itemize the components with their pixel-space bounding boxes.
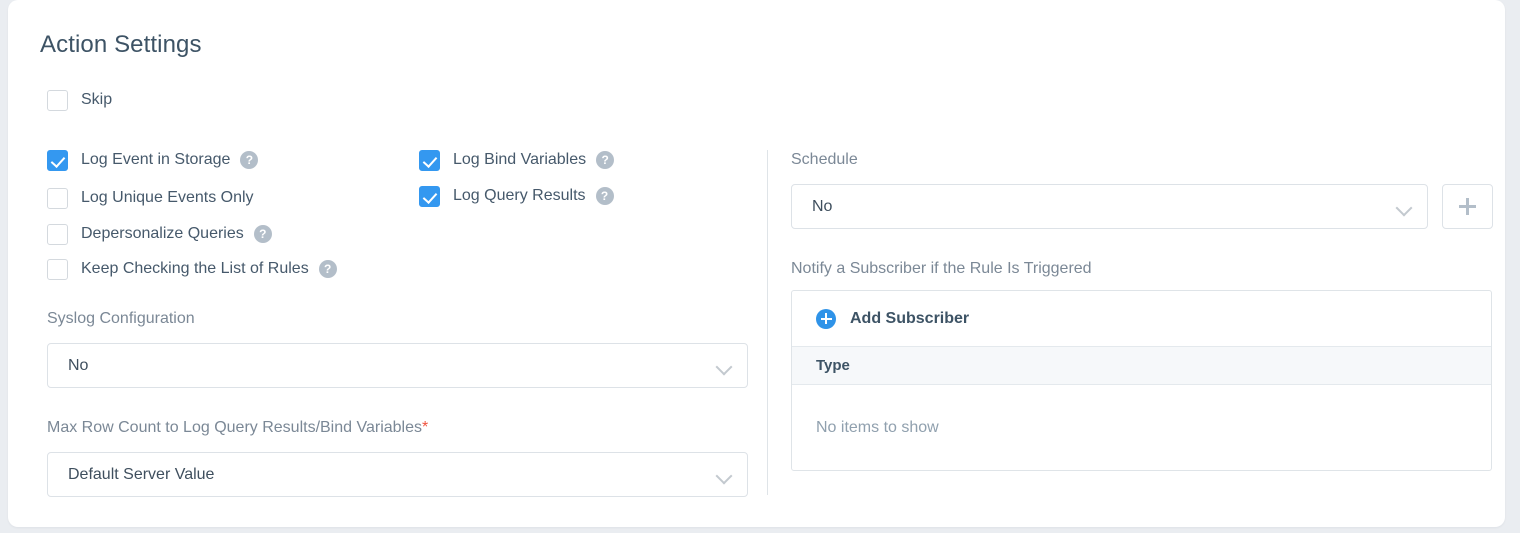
help-icon[interactable]: ? xyxy=(240,151,259,169)
subscriber-column-header-type[interactable]: Type xyxy=(816,357,850,374)
subscriber-empty-label: No items to show xyxy=(816,418,939,436)
checkbox-log-bind-variables[interactable] xyxy=(419,149,440,171)
plus-icon xyxy=(1459,198,1476,215)
chevron-down-icon[interactable] xyxy=(715,357,733,375)
help-icon[interactable]: ? xyxy=(318,260,337,278)
checkbox-row-log-bind-variables[interactable]: Log Bind Variables ? xyxy=(419,149,615,171)
checkbox-label-log-query-results: Log Query Results xyxy=(453,187,586,204)
schedule-add-button[interactable] xyxy=(1442,184,1493,229)
schedule-value: No xyxy=(812,197,833,215)
help-icon[interactable]: ? xyxy=(595,187,614,205)
checkbox-skip[interactable] xyxy=(47,89,68,111)
subscriber-table-header: Type xyxy=(792,347,1491,385)
checkbox-label-depersonalize-queries: Depersonalize Queries xyxy=(81,225,244,242)
checkbox-keep-checking-list-of-rules[interactable] xyxy=(47,258,68,280)
checkbox-log-unique-events-only[interactable] xyxy=(47,187,68,209)
help-icon[interactable]: ? xyxy=(253,225,272,243)
subscriber-panel: Add Subscriber Type No items to show xyxy=(791,290,1492,471)
checkbox-log-event-in-storage[interactable] xyxy=(47,149,68,171)
checkbox-row-log-query-results[interactable]: Log Query Results ? xyxy=(419,185,614,207)
help-icon[interactable]: ? xyxy=(596,151,615,169)
notify-subscriber-label: Notify a Subscriber if the Rule Is Trigg… xyxy=(791,260,1092,277)
chevron-down-icon[interactable] xyxy=(1395,198,1413,216)
checkbox-label-log-bind-variables: Log Bind Variables xyxy=(453,151,587,168)
checkbox-label-log-unique-events-only: Log Unique Events Only xyxy=(81,189,254,206)
checkbox-label-keep-checking-list-of-rules: Keep Checking the List of Rules xyxy=(81,260,309,277)
schedule-select[interactable]: No xyxy=(791,184,1428,229)
required-marker: * xyxy=(422,419,429,436)
syslog-configuration-value: No xyxy=(68,356,89,374)
checkbox-row-depersonalize-queries[interactable]: Depersonalize Queries ? xyxy=(47,223,272,245)
add-subscriber-button[interactable]: Add Subscriber xyxy=(792,291,1491,347)
checkbox-depersonalize-queries[interactable] xyxy=(47,223,68,245)
page-title: Action Settings xyxy=(40,31,202,58)
schedule-label: Schedule xyxy=(791,151,858,168)
syslog-configuration-label: Syslog Configuration xyxy=(47,310,195,327)
checkbox-log-query-results[interactable] xyxy=(419,185,440,207)
checkbox-row-skip[interactable]: Skip xyxy=(47,89,112,111)
checkbox-label-log-event-in-storage: Log Event in Storage xyxy=(81,151,231,168)
max-row-count-value: Default Server Value xyxy=(68,465,215,483)
max-row-count-label: Max Row Count to Log Query Results/Bind … xyxy=(47,419,428,437)
chevron-down-icon[interactable] xyxy=(715,466,733,484)
syslog-configuration-select[interactable]: No xyxy=(47,343,748,388)
add-subscriber-label: Add Subscriber xyxy=(850,309,970,327)
checkbox-row-log-event-in-storage[interactable]: Log Event in Storage ? xyxy=(47,149,259,171)
action-settings-card: Action Settings Skip Log Event in Storag… xyxy=(8,0,1505,527)
checkbox-row-log-unique-events-only[interactable]: Log Unique Events Only xyxy=(47,187,254,209)
circle-plus-icon xyxy=(816,308,836,329)
subscriber-empty-state: No items to show xyxy=(792,385,1491,470)
max-row-count-label-text: Max Row Count to Log Query Results/Bind … xyxy=(47,419,422,436)
max-row-count-select[interactable]: Default Server Value xyxy=(47,452,748,497)
column-divider xyxy=(767,150,768,495)
checkbox-row-keep-checking-list-of-rules[interactable]: Keep Checking the List of Rules ? xyxy=(47,258,337,280)
checkbox-label-skip: Skip xyxy=(81,91,113,108)
